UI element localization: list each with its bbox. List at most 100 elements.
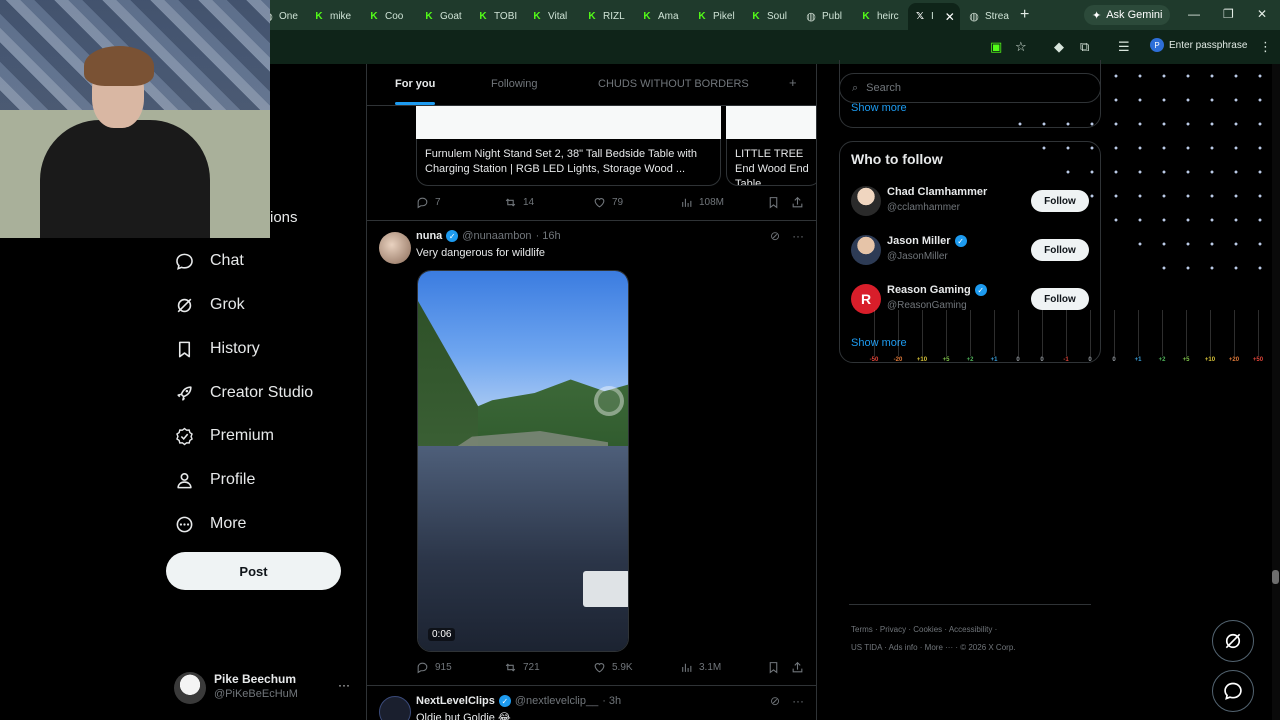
meter-tick	[1066, 310, 1067, 356]
maximize-icon[interactable]: ❐	[1223, 7, 1234, 21]
meter-label: +1	[990, 357, 998, 363]
add-tab-icon[interactable]: +	[789, 75, 797, 90]
browser-tab[interactable]: K Coo	[368, 5, 413, 27]
nav-item-chat[interactable]: Chat	[175, 246, 244, 276]
bookmark-button[interactable]	[767, 196, 780, 209]
webcam-person-hair	[84, 46, 154, 86]
tab-for-you[interactable]: For you	[395, 78, 435, 90]
nav-item-creator-studio[interactable]: Creator Studio	[175, 378, 313, 408]
repost-icon	[505, 198, 516, 207]
meter-label: 0	[1040, 357, 1044, 363]
reply-button[interactable]: 7	[416, 196, 441, 209]
product-card-caption[interactable]: Furnulem Night Stand Set 2, 38" Tall Bed…	[416, 139, 721, 186]
author-handle[interactable]: @nextlevelclip__	[515, 695, 598, 707]
nav-item-profile[interactable]: Profile	[175, 465, 255, 495]
browser-tab-active[interactable]: 𝕏 I ✕	[908, 3, 960, 30]
bookmark-button[interactable]	[767, 661, 780, 674]
follow-button[interactable]: Follow	[1031, 190, 1089, 212]
footer-link-accessibility[interactable]: Accessibility	[949, 625, 993, 634]
views-button[interactable]: 108M	[680, 196, 724, 209]
footer-link-more[interactable]: More ···	[925, 643, 953, 652]
views-button[interactable]: 3.1M	[680, 661, 721, 674]
repost-button[interactable]: 14	[504, 196, 534, 209]
follow-suggestion[interactable]: Chad Clamhammer @cclamhammer Follow	[851, 186, 1091, 218]
cast-icon[interactable]: ▣	[990, 39, 1002, 55]
browser-tab[interactable]: K Ama	[641, 5, 686, 27]
footer-link-privacy[interactable]: Privacy	[880, 625, 906, 634]
repost-button[interactable]: 721	[504, 661, 540, 674]
close-icon[interactable]: ✕	[945, 10, 955, 24]
browser-tab[interactable]: K Pikel	[696, 5, 741, 27]
browser-tab[interactable]: Kmike	[313, 5, 358, 27]
avatar[interactable]	[379, 232, 411, 264]
footer-link-cookies[interactable]: Cookies	[913, 625, 942, 634]
avatar	[851, 186, 881, 216]
post-timestamp[interactable]: · 3h	[602, 695, 621, 707]
browser-tab[interactable]: ◍ Publ	[805, 5, 850, 27]
more-icon[interactable]: ···	[792, 229, 804, 243]
more-icon[interactable]: ···	[792, 694, 804, 708]
browser-tab[interactable]: Kheirc	[860, 5, 905, 27]
grok-icon[interactable]: ⊘	[770, 229, 780, 243]
bookmark-star-icon[interactable]: ☆	[1015, 39, 1027, 55]
nav-item-premium[interactable]: Premium	[175, 421, 274, 451]
nav-item-grok[interactable]: Grok	[175, 290, 245, 320]
tab-list-chuds[interactable]: CHUDS WITHOUT BORDERS	[598, 78, 749, 90]
browser-tab[interactable]: K Goat	[423, 5, 468, 27]
product-card-image[interactable]	[726, 106, 816, 139]
heart-icon	[594, 663, 605, 673]
browser-tab[interactable]: K Soul	[750, 5, 795, 27]
post-timestamp[interactable]: · 16h	[536, 230, 561, 242]
account-switcher[interactable]: Pike Beechum @PiKeBeEcHuM ···	[174, 670, 354, 706]
scrollbar-thumb[interactable]	[1272, 570, 1279, 584]
browser-tab[interactable]: K Vital	[531, 5, 576, 27]
post-button[interactable]: Post	[166, 552, 341, 590]
page-scrollbar[interactable]	[1272, 64, 1280, 720]
minimize-icon[interactable]: —	[1188, 7, 1200, 21]
product-card-image[interactable]	[416, 106, 721, 139]
nav-item-history[interactable]: History	[175, 334, 260, 364]
media-queue-icon[interactable]: ☰	[1118, 39, 1130, 55]
ask-gemini-button[interactable]: ✦ Ask Gemini	[1084, 5, 1171, 25]
close-window-icon[interactable]: ✕	[1257, 7, 1267, 21]
nav-item-more[interactable]: More	[175, 509, 246, 539]
passphrase-button[interactable]: P Enter passphrase	[1150, 38, 1247, 52]
product-card-caption[interactable]: LITTLE TREE End Wood End Table	[726, 139, 816, 186]
trends-show-more-link[interactable]: Show more	[851, 102, 907, 114]
messages-fab-button[interactable]	[1212, 670, 1254, 712]
like-button[interactable]: 79	[593, 196, 623, 209]
share-button[interactable]	[791, 196, 804, 209]
author-handle[interactable]: @nunaambon	[462, 230, 531, 242]
video-player[interactable]: 0:06	[417, 270, 629, 652]
account-more-icon[interactable]: ···	[338, 678, 350, 692]
extensions-puzzle-icon[interactable]: ⧉	[1080, 39, 1089, 55]
meter-tick	[1210, 310, 1211, 356]
author-name[interactable]: NextLevelClips	[416, 695, 495, 707]
follow-button[interactable]: Follow	[1031, 288, 1089, 310]
footer-link-ads-info[interactable]: Ads info	[889, 643, 918, 652]
footer-link-us-tida[interactable]: US TIDA	[851, 643, 882, 652]
browser-tab[interactable]: K RIZL	[586, 5, 631, 27]
browser-tab[interactable]: K TOBI	[477, 5, 522, 27]
grok-fab-button[interactable]	[1212, 620, 1254, 662]
nav-partial-label[interactable]: ions	[270, 209, 298, 226]
grok-icon[interactable]: ⊘	[770, 694, 780, 708]
follow-button[interactable]: Follow	[1031, 239, 1089, 261]
share-button[interactable]	[791, 661, 804, 674]
who-to-follow-title: Who to follow	[851, 151, 943, 167]
new-tab-icon[interactable]: +	[1020, 6, 1029, 24]
browser-tab[interactable]: ◍ Strea	[968, 5, 1013, 27]
verified-icon	[176, 427, 193, 445]
meter-tick	[1138, 310, 1139, 356]
search-input[interactable]: ⌕ Search	[839, 73, 1101, 103]
author-name[interactable]: nuna	[416, 230, 442, 242]
like-button[interactable]: 5.9K	[593, 661, 633, 674]
follow-suggestion[interactable]: Jason Miller ✓ @JasonMiller Follow	[851, 235, 1091, 267]
reply-button[interactable]: 915	[416, 661, 452, 674]
avatar[interactable]	[379, 696, 411, 720]
tab-following[interactable]: Following	[491, 78, 537, 90]
kick-icon: K	[588, 10, 596, 22]
extension-diamond-icon[interactable]: ◆	[1054, 39, 1064, 55]
footer-link-terms[interactable]: Terms	[851, 625, 873, 634]
browser-menu-icon[interactable]: ⋮	[1259, 39, 1272, 55]
